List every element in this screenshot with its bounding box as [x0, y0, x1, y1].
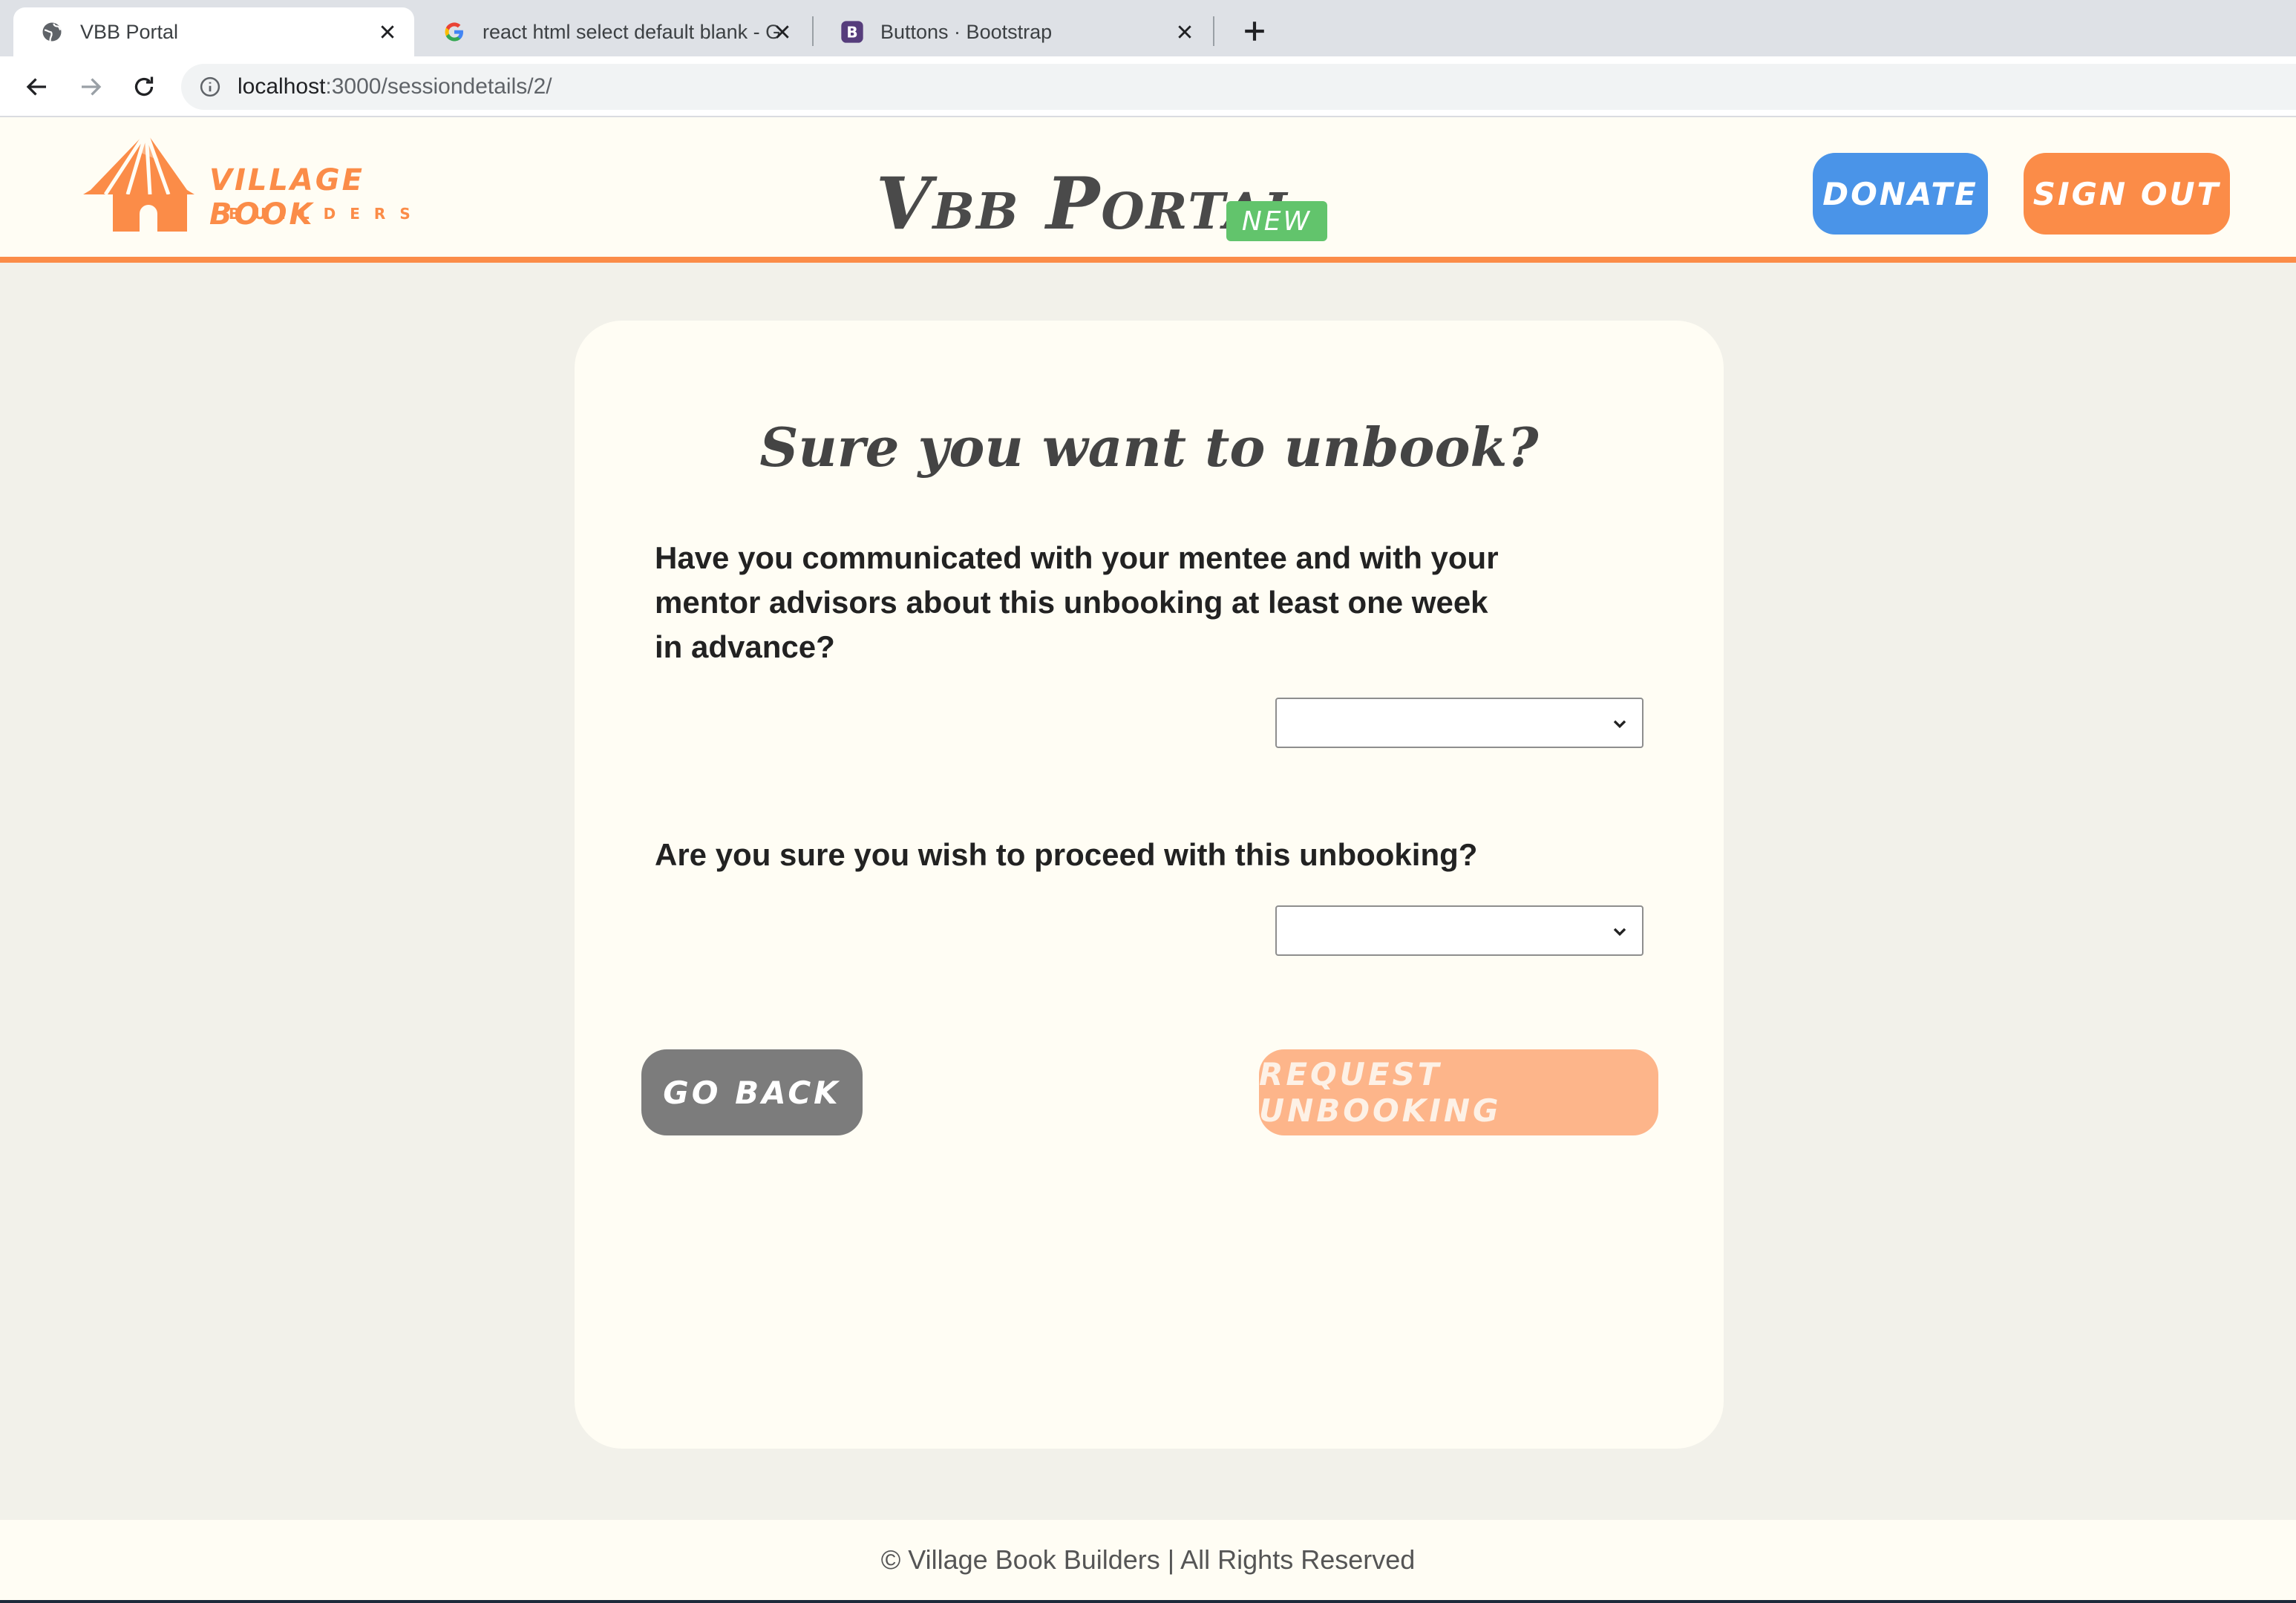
close-tab-icon[interactable]: [1173, 20, 1197, 44]
copyright-text: © Village Book Builders | All Rights Res…: [880, 1544, 1416, 1575]
tab-react-select[interactable]: react html select default blank - G: [416, 7, 809, 56]
back-arrow-icon[interactable]: [21, 71, 53, 103]
tab-vbb-portal[interactable]: VBB Portal: [13, 7, 414, 56]
tab-title: Buttons · Bootstrap: [880, 20, 1053, 43]
proceed-select[interactable]: [1275, 905, 1643, 956]
svg-text:B: B: [846, 23, 857, 41]
site-header: VILLAGE BOOK BUILDERS Vbb Portal NEW DON…: [0, 117, 2296, 263]
close-tab-icon[interactable]: [376, 20, 399, 44]
forward-arrow-icon[interactable]: [74, 71, 107, 103]
browser-tab-bar: VBB Portal react html select default bla…: [0, 0, 2296, 56]
unbook-card: Sure you want to unbook? Have you commun…: [575, 321, 1724, 1449]
communicated-select[interactable]: [1275, 698, 1643, 748]
question-communicated-label: Have you communicated with your mentee a…: [655, 540, 1499, 664]
tab-bootstrap-buttons[interactable]: B Buttons · Bootstrap: [814, 7, 1211, 56]
hut-icon: [83, 131, 194, 232]
sign-out-button[interactable]: SIGN OUT: [2024, 153, 2230, 235]
tab-title: VBB Portal: [80, 20, 179, 43]
unbook-heading: Sure you want to unbook?: [759, 416, 1539, 479]
globe-icon: [40, 20, 64, 44]
donate-button[interactable]: DONATE: [1813, 153, 1988, 235]
tab-separator: [1213, 16, 1214, 46]
google-icon: [442, 20, 466, 44]
url-text: localhost:3000/sessiondetails/2/: [238, 74, 552, 99]
close-tab-icon[interactable]: [771, 20, 794, 44]
go-back-button[interactable]: GO BACK: [641, 1049, 863, 1135]
village-book-builders-logo[interactable]: VILLAGE BOOK BUILDERS: [76, 131, 432, 235]
address-bar: localhost:3000/sessiondetails/2/: [0, 56, 2296, 117]
tab-title: react html select default blank - G: [483, 20, 779, 43]
site-footer: © Village Book Builders | All Rights Res…: [0, 1520, 2296, 1603]
new-badge: NEW: [1226, 201, 1327, 241]
question-proceed-label: Are you sure you wish to proceed with th…: [655, 837, 1478, 872]
url-path: :3000/sessiondetails/2/: [325, 74, 552, 99]
bootstrap-icon: B: [840, 20, 864, 44]
new-tab-icon[interactable]: [1238, 15, 1271, 47]
info-icon[interactable]: [199, 75, 223, 99]
chevron-down-icon: [1613, 928, 1626, 937]
url-host: localhost: [238, 74, 326, 99]
logo-subtitle: BUILDERS: [229, 205, 425, 223]
request-unbooking-button[interactable]: REQUEST UNBOOKING: [1259, 1049, 1658, 1135]
reload-icon[interactable]: [128, 71, 160, 103]
url-bar[interactable]: localhost:3000/sessiondetails/2/: [181, 64, 2296, 110]
chevron-down-icon: [1613, 720, 1626, 729]
